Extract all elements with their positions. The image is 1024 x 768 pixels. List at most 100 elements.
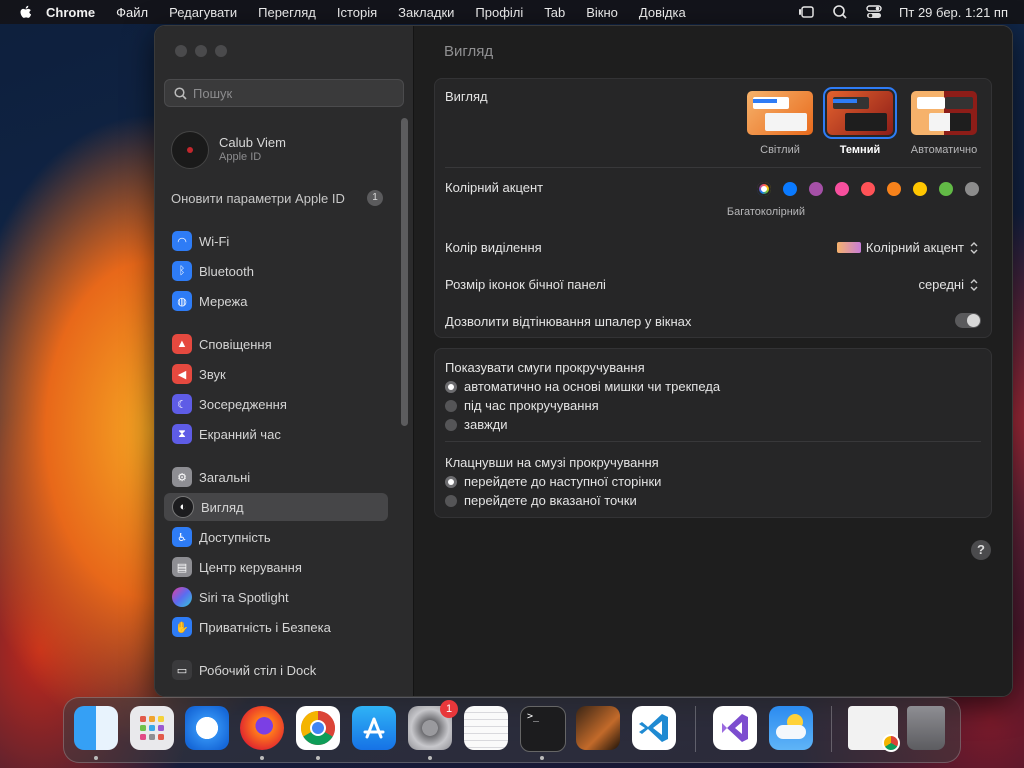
dock-icon: ▭ <box>172 660 192 680</box>
menu-profiles[interactable]: Профілі <box>475 5 523 20</box>
sidebar-item-desktop-dock[interactable]: ▭ Робочий стіл і Dock <box>164 656 388 684</box>
finder-icon[interactable] <box>74 706 118 750</box>
sidebar-item-general[interactable]: ⚙ Загальні <box>164 463 388 491</box>
bell-icon: ▲ <box>172 334 192 354</box>
zoom-button[interactable] <box>215 45 227 57</box>
sidebar-item-sound[interactable]: ◀ Звук <box>164 360 388 388</box>
sidebar-item-wifi[interactable]: ◠ Wi-Fi <box>164 227 388 255</box>
chrome-icon[interactable] <box>296 706 340 750</box>
appearance-dark-option[interactable] <box>823 87 897 139</box>
highlight-color-value: Колірний акцент <box>865 240 964 255</box>
safari-icon[interactable] <box>185 706 229 750</box>
accent-purple-swatch[interactable] <box>809 182 823 196</box>
menu-clock[interactable]: Пт 29 бер. 1:21 пп <box>899 5 1008 20</box>
appearance-light-caption: Світлий <box>760 144 800 156</box>
spotlight-search-icon[interactable] <box>831 4 849 20</box>
moon-icon: ☾ <box>172 394 192 414</box>
accent-yellow-swatch[interactable] <box>913 182 927 196</box>
accent-red-swatch[interactable] <box>861 182 875 196</box>
menu-help[interactable]: Довідка <box>639 5 686 20</box>
radio-button[interactable] <box>445 495 457 507</box>
stepper-icon <box>970 279 978 291</box>
menu-bookmarks[interactable]: Закладки <box>398 5 454 20</box>
radio-label: автоматично на основі мишки чи трекпеда <box>464 379 721 394</box>
sidebar-icon-size-label: Розмір іконок бічної панелі <box>445 277 606 292</box>
accent-pink-swatch[interactable] <box>835 182 849 196</box>
textedit-icon[interactable] <box>464 706 508 750</box>
scroll-option-when-scrolling[interactable]: під час прокручування <box>445 398 981 413</box>
menu-tab[interactable]: Tab <box>544 5 565 20</box>
bluetooth-icon: ᛒ <box>172 261 192 281</box>
stage-manager-icon[interactable] <box>797 4 815 20</box>
appearance-icon: ◐ <box>172 496 194 518</box>
sidebar-item-control-center[interactable]: ▤ Центр керування <box>164 553 388 581</box>
help-button[interactable]: ? <box>971 540 991 560</box>
update-apple-id-item[interactable]: Оновити параметри Apple ID 1 <box>171 190 383 206</box>
close-button[interactable] <box>175 45 187 57</box>
click-option-clicked-spot[interactable]: перейдете до вказаної точки <box>445 493 981 508</box>
trash-icon[interactable] <box>907 706 945 750</box>
control-center-icon[interactable] <box>865 4 883 20</box>
sidebar-item-label: Звук <box>199 366 226 382</box>
radio-button[interactable] <box>445 400 457 412</box>
sidebar-item-siri-spotlight[interactable]: Siri та Spotlight <box>164 583 388 611</box>
accent-multicolor-swatch[interactable] <box>757 182 771 196</box>
radio-button[interactable] <box>445 381 457 393</box>
launchpad-icon[interactable] <box>130 706 174 750</box>
accent-orange-swatch[interactable] <box>887 182 901 196</box>
minimize-button[interactable] <box>195 45 207 57</box>
vscode-icon[interactable] <box>632 706 676 750</box>
click-option-next-page[interactable]: перейдете до наступної сторінки <box>445 474 981 489</box>
search-input[interactable]: Пошук <box>164 79 404 107</box>
highlight-color-select[interactable]: Колірний акцент <box>836 240 979 255</box>
appearance-light-option[interactable] <box>747 91 813 135</box>
account-name: Calub Viem <box>219 135 286 150</box>
accent-graphite-swatch[interactable] <box>965 182 979 196</box>
terminal-icon[interactable]: >_ <box>520 706 566 752</box>
apple-menu-icon[interactable] <box>18 5 32 20</box>
scroll-option-always[interactable]: завжди <box>445 417 981 432</box>
dock: 1 >_ <box>63 697 961 763</box>
radio-button[interactable] <box>445 419 457 431</box>
sidebar-item-network[interactable]: ◍ Мережа <box>164 287 388 315</box>
radio-button[interactable] <box>445 476 457 488</box>
sidebar-item-label: Доступність <box>199 529 271 545</box>
appearance-auto-option[interactable] <box>911 91 977 135</box>
menu-app-name[interactable]: Chrome <box>46 5 95 20</box>
sidebar-item-accessibility[interactable]: ♿ Доступність <box>164 523 388 551</box>
wallpaper-tinting-toggle[interactable] <box>955 313 981 328</box>
speaker-icon: ◀ <box>172 364 192 384</box>
hand-icon: ✋ <box>172 617 192 637</box>
radio-label: перейдете до наступної сторінки <box>464 474 662 489</box>
menu-window[interactable]: Вікно <box>586 5 618 20</box>
accent-blue-swatch[interactable] <box>783 182 797 196</box>
menu-edit[interactable]: Редагувати <box>169 5 237 20</box>
sidebar-item-notifications[interactable]: ▲ Сповіщення <box>164 330 388 358</box>
apple-id-account[interactable]: Calub Viem Apple ID <box>171 131 286 169</box>
avatar <box>171 131 209 169</box>
scroll-option-auto[interactable]: автоматично на основі мишки чи трекпеда <box>445 379 981 394</box>
menu-history[interactable]: Історія <box>337 5 377 20</box>
scrollbar-settings-group: Показувати смуги прокручування автоматич… <box>434 348 992 518</box>
menu-file[interactable]: Файл <box>116 5 148 20</box>
menu-view[interactable]: Перегляд <box>258 5 316 20</box>
sidebar-item-appearance[interactable]: ◐ Вигляд <box>164 493 388 521</box>
system-settings-icon[interactable]: 1 <box>408 700 458 750</box>
sidebar-item-focus[interactable]: ☾ Зосередження <box>164 390 388 418</box>
sidebar-item-label: Siri та Spotlight <box>199 589 289 605</box>
sidebar-scrollbar[interactable] <box>401 118 408 426</box>
sidebar-item-screen-time[interactable]: ⧗ Екранний час <box>164 420 388 448</box>
weather-icon[interactable] <box>769 706 813 750</box>
sidebar-item-privacy-security[interactable]: ✋ Приватність і Безпека <box>164 613 388 641</box>
sidebar-item-label: Загальні <box>199 469 251 485</box>
garageband-icon[interactable] <box>576 706 620 750</box>
sidebar-icon-size-select[interactable]: середні <box>918 277 979 292</box>
firefox-icon[interactable] <box>240 706 284 750</box>
sidebar-item-bluetooth[interactable]: ᛒ Bluetooth <box>164 257 388 285</box>
visual-studio-icon[interactable] <box>713 706 757 750</box>
chrome-window-icon[interactable] <box>848 706 900 752</box>
app-store-icon[interactable] <box>352 706 396 750</box>
sidebar-item-label: Сповіщення <box>199 336 272 352</box>
accent-green-swatch[interactable] <box>939 182 953 196</box>
page-title: Вигляд <box>444 43 494 60</box>
